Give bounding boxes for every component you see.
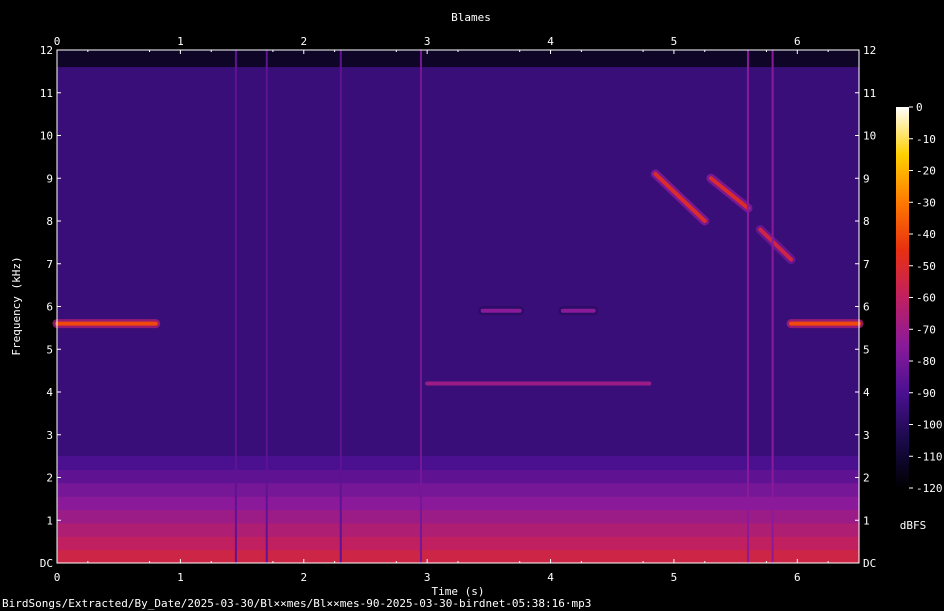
y-tick-label-left: 9 xyxy=(46,172,53,185)
spectrogram-noise-band xyxy=(57,509,859,524)
y-tick-label-right: 4 xyxy=(863,386,870,399)
colorbar-ticks: 0 -10 -20 -30 -40 -50 -60 -70 -80 -90 -100 -110 -120 xyxy=(909,101,943,495)
y-axis-label: Frequency (kHz) xyxy=(10,256,23,355)
y-tick-label-left: 12 xyxy=(40,44,53,57)
colorbar-tick-label: -70 xyxy=(916,323,936,336)
y-tick-label-right: 6 xyxy=(863,301,870,314)
y-tick-label-right: 7 xyxy=(863,258,870,271)
colorbar xyxy=(896,107,909,488)
spectrogram-noise-band xyxy=(57,522,859,537)
y-tick-label-left: 1 xyxy=(46,514,53,527)
x-tick-label-bottom: 2 xyxy=(300,571,307,584)
colorbar-label: dBFS xyxy=(900,519,927,532)
y-tick-label-right: 9 xyxy=(863,172,870,185)
spectrogram-band xyxy=(57,50,859,68)
spectrogram-noise-band xyxy=(57,496,859,511)
y-tick-label-left: 3 xyxy=(46,429,53,442)
file-path-label: BirdSongs/Extracted/By_Date/2025-03-30/B… xyxy=(2,597,592,610)
y-tick-label-right: 10 xyxy=(863,130,876,143)
colorbar-tick-label: -60 xyxy=(916,292,936,305)
x-tick-label-top: 2 xyxy=(300,35,307,48)
y-tick-label-right: 2 xyxy=(863,472,870,485)
y-tick-label-left: 4 xyxy=(46,386,53,399)
x-tick-label-top: 1 xyxy=(177,35,184,48)
x-tick-label-top: 3 xyxy=(424,35,431,48)
y-tick-label-right: 1 xyxy=(863,514,870,527)
x-tick-label-top: 6 xyxy=(794,35,801,48)
x-tick-label-bottom: 5 xyxy=(671,571,678,584)
colorbar-tick-label: 0 xyxy=(916,101,923,114)
y-tick-label-left: 8 xyxy=(46,215,53,228)
x-tick-label-bottom: 0 xyxy=(54,571,61,584)
y-tick-label-left: DC xyxy=(40,557,53,570)
spectrogram-noise-band xyxy=(57,482,859,497)
y-tick-label-left: 10 xyxy=(40,130,53,143)
y-tick-label-right: 8 xyxy=(863,215,870,228)
y-tick-label-right: 5 xyxy=(863,343,870,356)
y-tick-label-left: 6 xyxy=(46,301,53,314)
spectrogram-noise-band xyxy=(57,536,859,551)
y-tick-label-right: 12 xyxy=(863,44,876,57)
colorbar-tick-label: -80 xyxy=(916,355,936,368)
y-tick-label-left: 5 xyxy=(46,343,53,356)
x-tick-label-top: 5 xyxy=(671,35,678,48)
colorbar-tick-label: -10 xyxy=(916,133,936,146)
colorbar-tick-label: -40 xyxy=(916,228,936,241)
chart-title: Blames xyxy=(451,11,491,24)
colorbar-tick-label: -20 xyxy=(916,165,936,178)
y-tick-label-right: 11 xyxy=(863,87,876,100)
x-tick-label-bottom: 1 xyxy=(177,571,184,584)
colorbar-tick-label: -30 xyxy=(916,196,936,209)
x-tick-label-bottom: 3 xyxy=(424,571,431,584)
y-tick-label-left: 2 xyxy=(46,472,53,485)
y-tick-label-left: 7 xyxy=(46,258,53,271)
x-tick-label-top: 0 xyxy=(54,35,61,48)
colorbar-tick-label: -100 xyxy=(916,419,943,432)
y-tick-label-right: 3 xyxy=(863,429,870,442)
spectrogram-noise-band xyxy=(57,456,859,470)
x-tick-label-top: 4 xyxy=(547,35,554,48)
x-tick-label-bottom: 4 xyxy=(547,571,554,584)
y-tick-label-left: 11 xyxy=(40,87,53,100)
colorbar-tick-label: -90 xyxy=(916,387,936,400)
y-tick-label-right: DC xyxy=(863,557,876,570)
colorbar-tick-label: -120 xyxy=(916,482,943,495)
spectrogram-figure: Blames 00112233445566DC DC1 12 23 34 45 56 67 78… xyxy=(10,11,943,598)
colorbar-tick-label: -50 xyxy=(916,260,936,273)
colorbar-tick-label: -110 xyxy=(916,450,943,463)
spectrogram-noise-band xyxy=(57,469,859,484)
x-tick-label-bottom: 6 xyxy=(794,571,801,584)
